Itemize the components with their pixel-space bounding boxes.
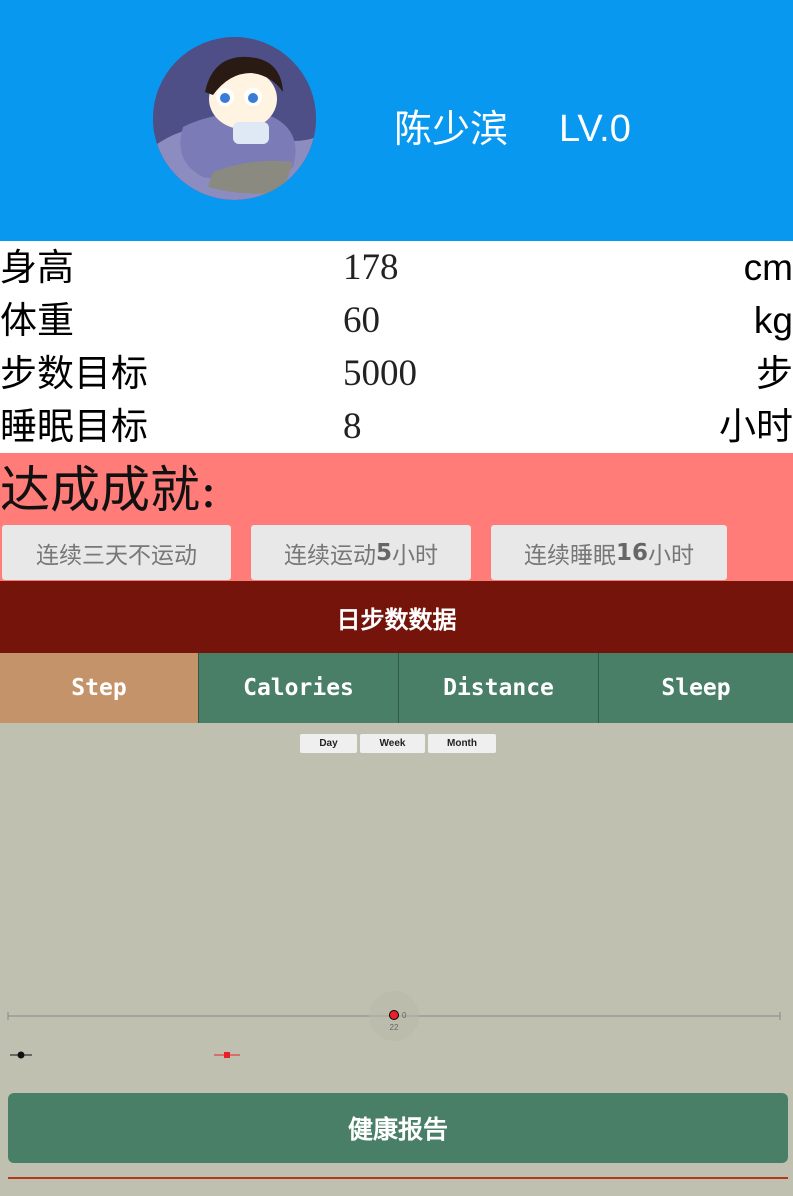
data-point-series-2[interactable] [390, 1011, 398, 1019]
sleep-goal-label: 睡眠目标 [0, 405, 148, 448]
tab-sleep[interactable]: Sleep [599, 653, 793, 723]
step-goal-value: 5000 [343, 353, 417, 394]
chart-legend [10, 1051, 240, 1059]
bottom-divider [8, 1177, 788, 1179]
step-goal-row: 步数目标 5000 步 [0, 347, 793, 400]
x-tick-label: 22 [390, 1023, 399, 1032]
weight-label: 体重 [0, 299, 74, 342]
height-unit: cm [743, 247, 793, 288]
user-name: 陈少滨 [394, 107, 509, 151]
height-label: 身高 [0, 246, 74, 289]
profile-info: 身高 178 cm 体重 60 kg 步数目标 5000 步 睡眠目标 8 小时 [0, 241, 793, 453]
point-value-label: 0 [402, 1011, 407, 1020]
step-goal-label: 步数目标 [0, 352, 148, 395]
step-chart: 0 22 [7, 991, 781, 1059]
user-level: LV.0 [559, 108, 631, 150]
weight-unit: kg [753, 300, 793, 341]
badge-text-prefix: 连续运动 [283, 542, 376, 569]
range-month-button[interactable]: Month [428, 734, 496, 753]
sleep-goal-unit: 小时 [719, 405, 793, 448]
data-section-title: 日步数数据 [0, 581, 793, 653]
tab-distance[interactable]: Distance [399, 653, 599, 723]
health-report-button[interactable]: 健康报告 [8, 1093, 788, 1163]
weight-row: 体重 60 kg [0, 294, 793, 347]
achievements-section: 达成成就: 连续三天不运动 连续运动 5 小时 连续睡眠 16 小时 [0, 453, 793, 581]
metric-tabs: Step Calories Distance Sleep [0, 653, 793, 723]
achievement-badge-exercise-hours[interactable]: 连续运动 5 小时 [251, 525, 471, 580]
tab-calories[interactable]: Calories [199, 653, 399, 723]
achievement-badge-no-exercise[interactable]: 连续三天不运动 [2, 525, 231, 580]
badge-text-prefix: 连续睡眠 [523, 542, 616, 569]
legend-marker-series-2 [224, 1052, 230, 1058]
badge-number: 5 [375, 539, 392, 566]
badge-text: 连续三天不运动 [36, 542, 197, 569]
legend-marker-series-1 [17, 1051, 25, 1059]
tab-step[interactable]: Step [0, 653, 199, 723]
achievement-badge-sleep-hours[interactable]: 连续睡眠 16 小时 [491, 525, 727, 580]
badge-text-suffix: 小时 [392, 542, 438, 569]
height-row: 身高 178 cm [0, 241, 793, 294]
avatar-image [153, 37, 316, 200]
badge-number: 16 [615, 539, 648, 566]
achievements-title: 达成成就: [0, 461, 217, 519]
height-value: 178 [343, 247, 399, 288]
sleep-goal-value: 8 [343, 406, 362, 447]
profile-header: 陈少滨 LV.0 [0, 0, 793, 241]
step-goal-unit: 步 [756, 352, 793, 395]
badge-text-suffix: 小时 [648, 542, 694, 569]
avatar[interactable] [153, 37, 316, 200]
range-day-button[interactable]: Day [300, 734, 357, 753]
range-week-button[interactable]: Week [360, 734, 425, 753]
weight-value: 60 [343, 300, 380, 341]
sleep-goal-row: 睡眠目标 8 小时 [0, 400, 793, 453]
